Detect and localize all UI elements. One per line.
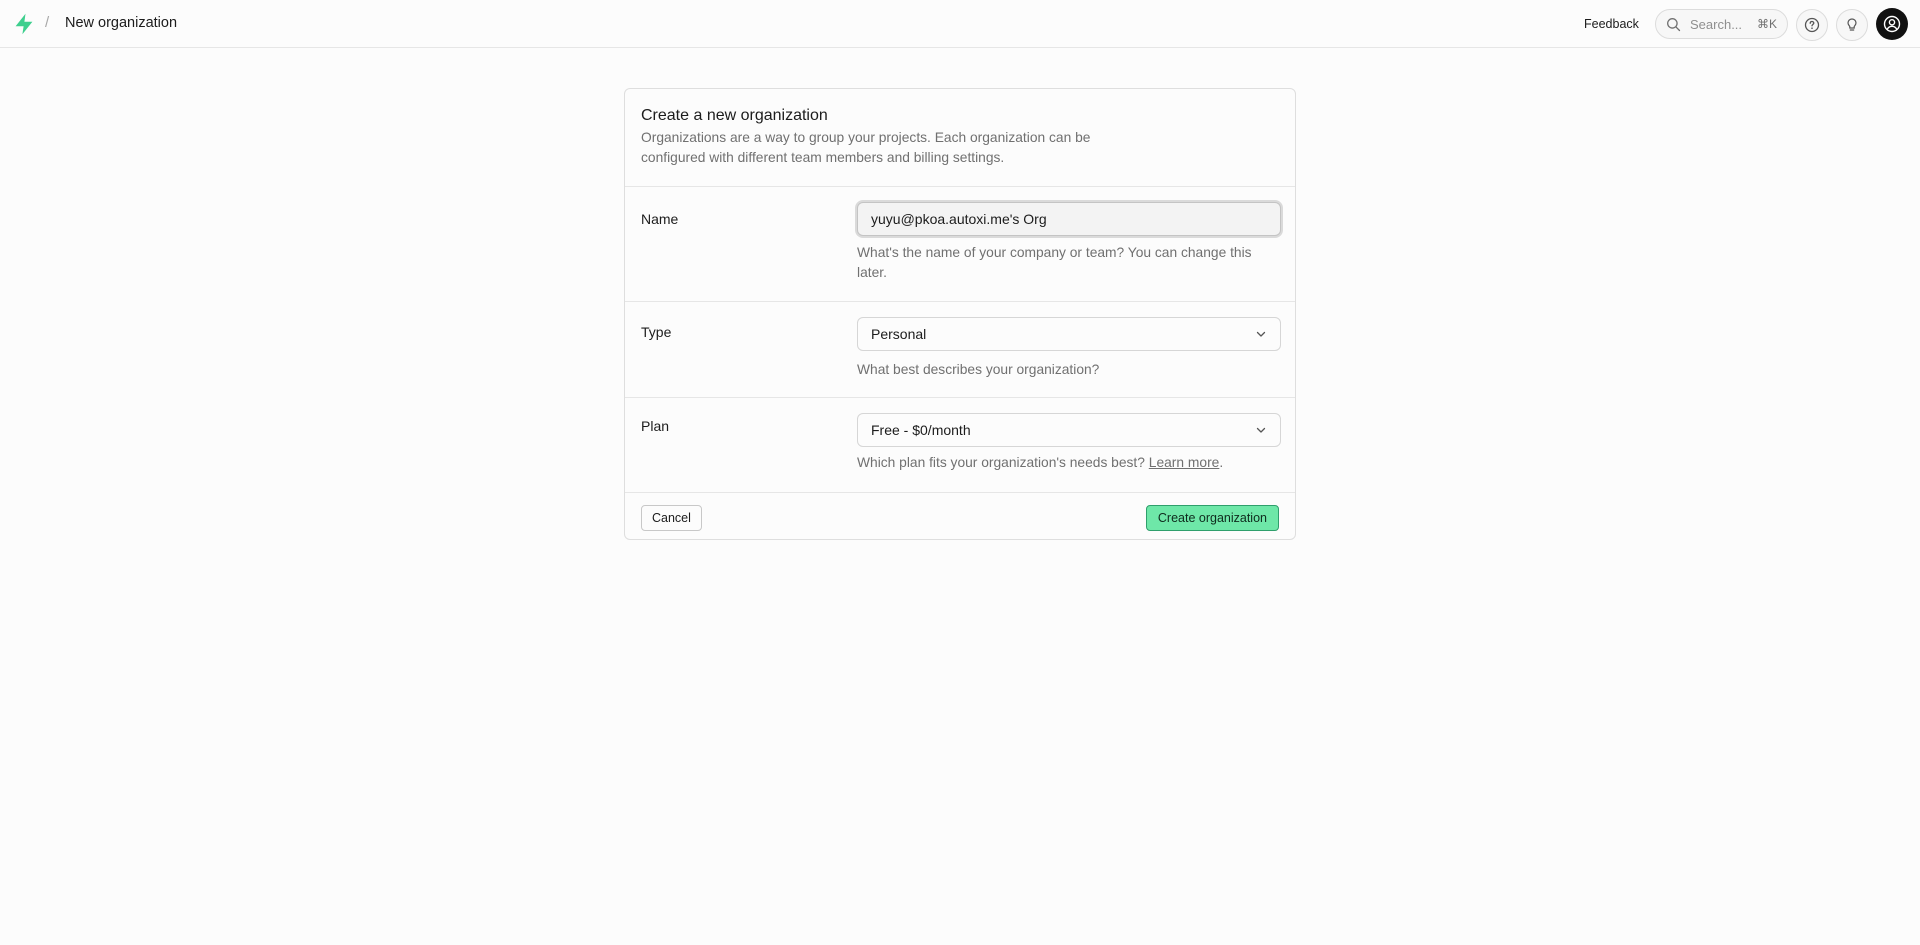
type-row: Type Personal What best describes your o… — [625, 302, 1295, 398]
card-footer: Cancel Create organization — [625, 493, 1295, 539]
breadcrumb-separator: / — [45, 14, 50, 31]
help-button[interactable] — [1796, 9, 1828, 41]
page-title: New organization — [65, 15, 178, 31]
plan-help-message: Which plan fits your organization's need… — [857, 455, 1145, 470]
chevron-down-icon — [1256, 331, 1266, 337]
lightbulb-icon — [1847, 18, 1857, 31]
create-organization-button[interactable]: Create organization — [1145, 505, 1279, 531]
user-avatar[interactable] — [1876, 8, 1908, 40]
type-label: Type — [641, 324, 672, 340]
tips-button[interactable] — [1836, 9, 1868, 41]
search-placeholder: Search... — [1690, 16, 1743, 32]
plan-label: Plan — [641, 418, 670, 434]
cancel-button[interactable]: Cancel — [641, 505, 702, 531]
top-navigation-bar: / New organization Feedback Search... ⌘K — [0, 0, 1920, 48]
search-shortcut: ⌘K — [1756, 17, 1777, 31]
plan-selected-value: Free - $0/month — [871, 422, 971, 438]
chevron-down-icon — [1256, 427, 1266, 433]
supabase-logo-icon[interactable] — [14, 13, 34, 35]
name-row: Name What's the name of your company or … — [625, 187, 1295, 302]
name-label: Name — [641, 211, 679, 227]
name-help-text: What's the name of your company or team?… — [857, 245, 1252, 280]
plan-help-text: Which plan fits your organization's need… — [857, 453, 1281, 473]
question-circle-icon — [1804, 17, 1820, 33]
card-title: Create a new organization — [641, 107, 828, 124]
organization-name-input[interactable] — [857, 202, 1281, 236]
search-bar[interactable]: Search... ⌘K — [1655, 9, 1788, 39]
create-organization-card: Create a new organization Organizations … — [624, 88, 1296, 540]
user-avatar-icon — [1883, 15, 1901, 33]
plan-help-period: . — [1219, 455, 1224, 470]
learn-more-link[interactable]: Learn more — [1149, 455, 1220, 470]
plan-row: Plan Free - $0/month Which plan fits you… — [625, 398, 1295, 493]
organization-type-select[interactable]: Personal — [857, 317, 1281, 351]
card-header: Create a new organization Organizations … — [625, 89, 1295, 187]
feedback-button[interactable]: Feedback — [1574, 13, 1649, 35]
type-help-text: What best describes your organization? — [857, 362, 1100, 377]
type-selected-value: Personal — [871, 326, 927, 342]
card-description: Organizations are a way to group your pr… — [641, 130, 1091, 165]
plan-select[interactable]: Free - $0/month — [857, 413, 1281, 447]
search-icon — [1667, 17, 1681, 31]
